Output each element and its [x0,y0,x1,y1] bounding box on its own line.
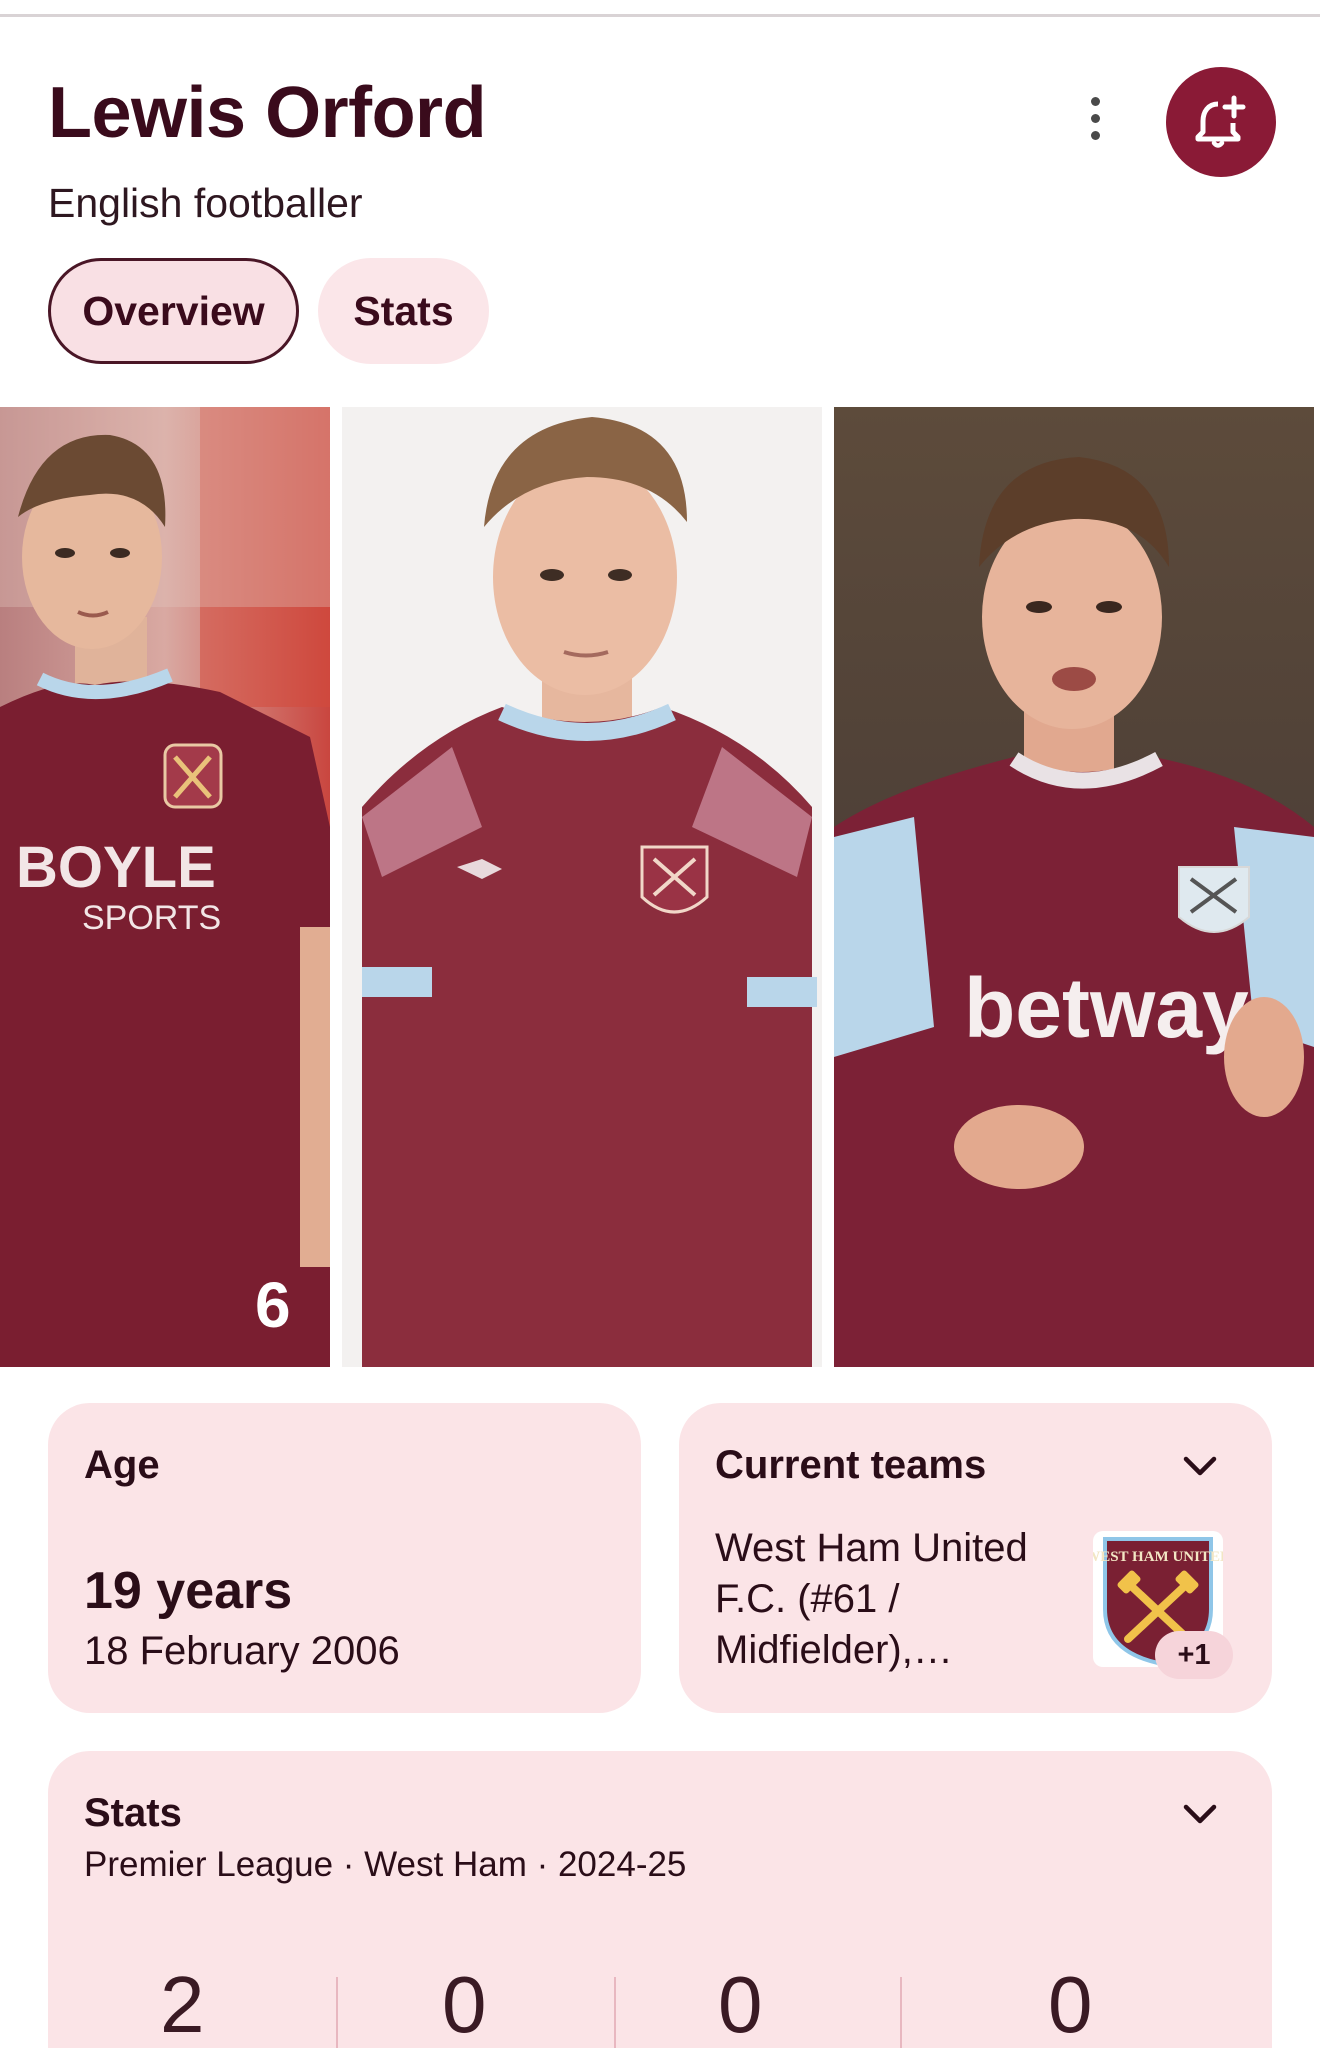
chevron-down-icon[interactable] [1178,1449,1222,1483]
stat-value: 2 [160,1960,205,2048]
stat-value: 0 [442,1960,487,2048]
more-vertical-icon-dot [1090,130,1100,140]
follow-button[interactable] [1166,67,1276,177]
bell-plus-icon [1195,95,1246,148]
age-value: 19 years [84,1562,293,1620]
current-teams-label: Current teams [715,1443,987,1487]
birth-date: 18 February 2006 [84,1629,400,1673]
current-teams-text: West Ham United F.C. (#61 / Midfielder),… [715,1526,1028,1672]
svg-text:6: 6 [255,1269,291,1341]
more-options-button[interactable] [1070,90,1120,146]
top-divider [0,14,1320,17]
entity-description: English footballer [48,180,363,226]
player-photo-2[interactable] [342,407,822,1367]
player-photo-1[interactable]: BOYLE SPORTS 6 [0,407,330,1367]
stat-divider [614,1977,616,2048]
svg-text:SPORTS: SPORTS [82,899,221,937]
player-photo-3[interactable]: betway [834,407,1314,1367]
current-teams-card[interactable]: Current teams West Ham United F.C. (#61 … [679,1403,1272,1713]
tab-overview[interactable]: Overview [48,258,299,364]
entity-title: Lewis Orford [48,73,487,153]
stat-value: 0 [1048,1960,1093,2048]
svg-text:BOYLE: BOYLE [16,835,216,900]
svg-text:WEST HAM UNITED: WEST HAM UNITED [1093,1549,1223,1565]
more-vertical-icon [1090,96,1100,106]
stat-value: 0 [718,1960,763,2048]
kit-sponsor-text: betway [964,961,1249,1055]
stats-card[interactable]: Stats Premier League · West Ham · 2024-2… [48,1751,1272,2048]
more-vertical-icon-dot [1090,113,1100,123]
tab-stats-label: Stats [353,287,454,334]
tab-overview-label: Overview [82,287,265,334]
stat-divider [900,1977,902,2048]
chevron-down-icon[interactable] [1178,1797,1222,1831]
tab-stats[interactable]: Stats [318,258,489,364]
stat-divider [336,1977,338,2048]
more-teams-badge: +1 [1155,1631,1233,1679]
age-card: Age 19 years 18 February 2006 [48,1403,641,1713]
age-label: Age [84,1443,160,1487]
stats-label: Stats [84,1791,182,1835]
stats-subtitle: Premier League · West Ham · 2024-25 [84,1845,687,1884]
